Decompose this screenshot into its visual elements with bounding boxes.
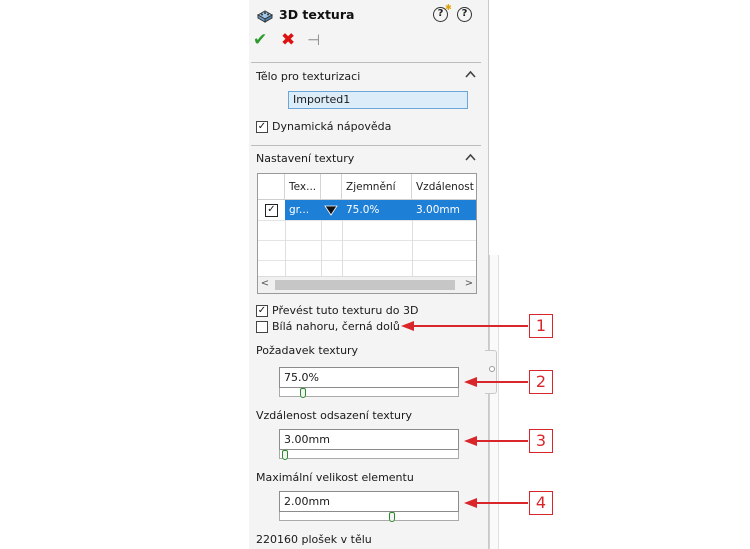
callout-4: 4 xyxy=(529,491,553,515)
callout-arrows xyxy=(401,321,528,508)
callout-3: 3 xyxy=(529,429,553,453)
callout-1: 1 xyxy=(529,314,553,338)
callout-2: 2 xyxy=(529,370,553,394)
